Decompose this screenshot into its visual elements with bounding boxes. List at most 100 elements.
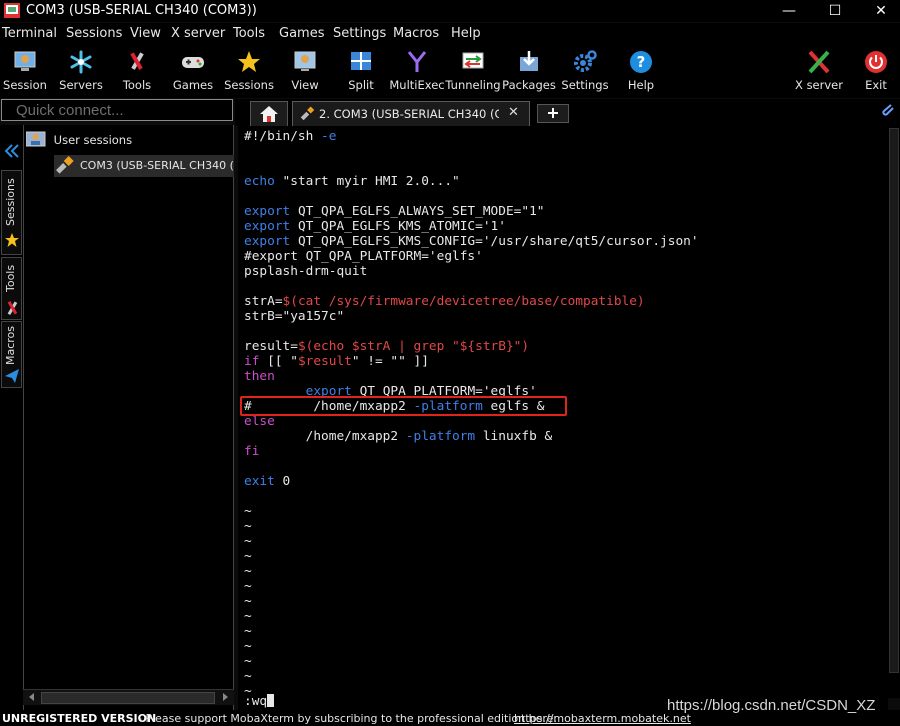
user-folder-icon bbox=[25, 131, 46, 147]
tab-com3[interactable]: 2. COM3 (USB-SERIAL CH340 (CO ✕ bbox=[292, 101, 530, 126]
x-server-button[interactable]: X server bbox=[791, 46, 847, 96]
empty-line-tilde: ~ bbox=[244, 534, 252, 549]
terminal-text: #export QT_QPA_PLATFORM='eglfs' bbox=[244, 249, 483, 264]
terminal-text: exit bbox=[244, 474, 283, 489]
sessions-horizontal-scrollbar[interactable] bbox=[23, 689, 234, 705]
empty-line-tilde: ~ bbox=[244, 669, 252, 684]
terminal-text: linuxfb & bbox=[482, 429, 553, 444]
menu-macros[interactable]: Macros bbox=[393, 26, 439, 41]
terminal-scroll-thumb[interactable] bbox=[889, 128, 899, 673]
terminal-line: export QT_QPA_EGLFS_ALWAYS_SET_MODE="1" bbox=[244, 204, 544, 219]
terminal-text: -e bbox=[321, 129, 337, 144]
toolbar: Session Servers Tools Games Sessions Vie… bbox=[0, 44, 900, 98]
exit-label: Exit bbox=[865, 78, 887, 92]
menu-x-server[interactable]: X server bbox=[171, 26, 225, 41]
scroll-right-icon[interactable] bbox=[220, 692, 230, 702]
terminal-text: " != "" ]] bbox=[351, 354, 429, 369]
side-tab-tools[interactable]: Tools bbox=[1, 257, 22, 320]
help-icon: ? bbox=[630, 51, 652, 73]
terminal-text: QT_QPA_EGLFS_KMS_ATOMIC='1' bbox=[297, 219, 506, 234]
side-tab-sessions[interactable]: Sessions bbox=[1, 170, 22, 255]
help-button[interactable]: ? Help bbox=[613, 46, 669, 96]
packages-icon bbox=[520, 51, 538, 71]
terminal-line: if [[ "$result" != "" ]] bbox=[244, 354, 429, 369]
tools-icon bbox=[7, 300, 18, 316]
watermark: https://blog.csdn.net/CSDN_XZ bbox=[667, 697, 876, 714]
terminal-text: $result bbox=[297, 354, 352, 369]
tree-session-com3[interactable]: COM3 (USB-SERIAL CH340 (CO bbox=[54, 155, 234, 177]
tab-com3-label: 2. COM3 (USB-SERIAL CH340 (CO bbox=[319, 107, 499, 121]
empty-line-tilde: ~ bbox=[244, 579, 252, 594]
terminal-text: export bbox=[244, 219, 298, 234]
tunneling-icon bbox=[462, 52, 484, 69]
empty-line-tilde: ~ bbox=[244, 594, 252, 609]
servers-icon bbox=[70, 50, 92, 74]
terminal-text: fi bbox=[244, 444, 260, 459]
star-icon bbox=[5, 233, 19, 247]
tree-root-label: User sessions bbox=[53, 133, 133, 147]
terminal-text: QT_QPA_EGLFS_ALWAYS_SET_MODE="1" bbox=[297, 204, 545, 219]
close-window-button[interactable]: ✕ bbox=[858, 0, 900, 22]
empty-line-tilde: ~ bbox=[244, 609, 252, 624]
attach-icon[interactable] bbox=[881, 104, 897, 120]
menu-settings[interactable]: Settings bbox=[333, 26, 386, 41]
scroll-thumb[interactable] bbox=[41, 692, 215, 704]
collapse-sidebar-icon[interactable] bbox=[2, 142, 20, 160]
empty-line-tilde: ~ bbox=[244, 639, 252, 654]
vi-command-line[interactable]: :wq bbox=[244, 693, 275, 709]
terminal-line: echo "start myir HMI 2.0..." bbox=[244, 174, 460, 189]
terminal-text: export bbox=[244, 204, 298, 219]
terminal-line: #!/bin/sh -e bbox=[244, 129, 336, 144]
terminal-line: #export QT_QPA_PLATFORM='eglfs' bbox=[244, 249, 483, 264]
terminal-text: $(cat /sys/firmware/devicetree/base/comp… bbox=[282, 294, 645, 309]
terminal-line: result=$(echo $strA | grep "${strB}") bbox=[244, 339, 529, 354]
mobaxterm-link[interactable]: https://mobaxterm.mobatek.net bbox=[514, 712, 691, 725]
side-tab-macros[interactable]: Macros bbox=[1, 321, 22, 388]
sessions-panel: User sessions COM3 (USB-SERIAL CH340 (CO bbox=[23, 125, 234, 710]
side-tab-sessions-label: Sessions bbox=[4, 178, 17, 227]
tree-user-sessions[interactable]: User sessions bbox=[25, 131, 133, 147]
menu-sessions[interactable]: Sessions bbox=[66, 26, 122, 41]
maximize-button[interactable]: ☐ bbox=[812, 0, 858, 22]
text-cursor bbox=[267, 693, 275, 707]
exit-button[interactable]: Exit bbox=[848, 46, 900, 96]
tab-home[interactable] bbox=[250, 101, 288, 126]
empty-line-tilde: ~ bbox=[244, 549, 252, 564]
terminal-line: exit 0 bbox=[244, 474, 290, 489]
terminal-area[interactable]: #!/bin/sh -e echo "start myir HMI 2.0..."… bbox=[238, 126, 888, 710]
empty-line-tilde: ~ bbox=[244, 624, 252, 639]
terminal-text: QT_QPA_EGLFS_KMS_CONFIG='/usr/share/qt5/… bbox=[297, 234, 699, 249]
minimize-button[interactable]: — bbox=[766, 0, 812, 22]
tree-child-label: COM3 (USB-SERIAL CH340 (CO bbox=[80, 159, 234, 172]
serial-plug-icon bbox=[56, 156, 74, 174]
terminal-line: fi bbox=[244, 444, 259, 459]
multiexec-icon bbox=[407, 51, 427, 72]
send-icon bbox=[5, 369, 19, 383]
menu-games[interactable]: Games bbox=[279, 26, 324, 41]
vi-command-text: :wq bbox=[244, 693, 268, 709]
terminal-line: else bbox=[244, 414, 275, 429]
new-tab-button[interactable] bbox=[537, 104, 569, 123]
terminal-line: strA=$(cat /sys/firmware/devicetree/base… bbox=[244, 294, 645, 309]
quick-connect-input[interactable] bbox=[2, 100, 236, 121]
terminal-text: "start myir HMI 2.0..." bbox=[282, 174, 460, 189]
support-message: - Please support MobaXterm by subscribin… bbox=[138, 712, 558, 725]
terminal-line: export QT_QPA_EGLFS_KMS_CONFIG='/usr/sha… bbox=[244, 234, 699, 249]
tab-close-icon[interactable]: ✕ bbox=[508, 105, 519, 120]
menu-help[interactable]: Help bbox=[451, 26, 481, 41]
empty-line-tilde: ~ bbox=[244, 654, 252, 669]
menu-view[interactable]: View bbox=[130, 26, 161, 41]
scroll-left-icon[interactable] bbox=[27, 692, 37, 702]
terminal-vertical-scrollbar[interactable] bbox=[888, 126, 900, 698]
terminal-text: strB="ya157c" bbox=[244, 309, 345, 324]
terminal-text: then bbox=[244, 369, 275, 384]
terminal-text: /home/mxapp2 bbox=[244, 429, 406, 444]
gear-icon bbox=[574, 50, 597, 72]
menu-tools[interactable]: Tools bbox=[233, 26, 265, 41]
terminal-line: psplash-drm-quit bbox=[244, 264, 367, 279]
title-bar: COM3 (USB-SERIAL CH340 (COM3)) — ☐ ✕ bbox=[0, 0, 900, 22]
menu-terminal[interactable]: Terminal bbox=[2, 26, 57, 41]
gamepad-icon bbox=[182, 57, 204, 68]
terminal-text: export bbox=[244, 234, 298, 249]
terminal-text: $(echo $strA | grep "${strB}") bbox=[297, 339, 530, 354]
